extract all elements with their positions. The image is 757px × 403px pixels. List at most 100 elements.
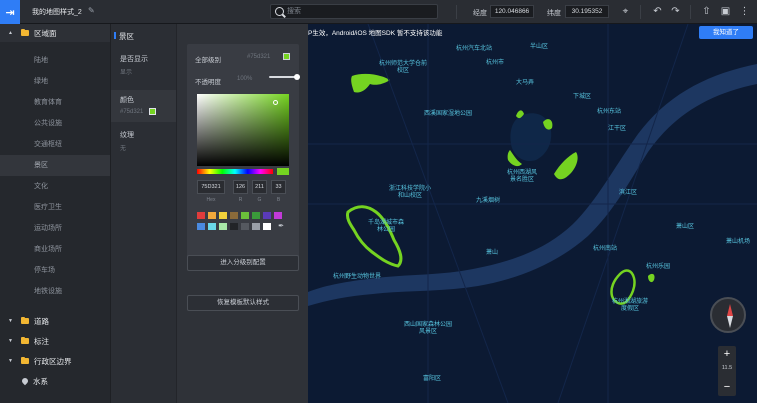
sub-item-scenic-area[interactable]: 景区 [0, 155, 110, 176]
color-swatch[interactable] [252, 212, 260, 219]
logo-icon[interactable]: ⇥ [0, 0, 20, 24]
hue-slider[interactable] [197, 169, 273, 174]
color-chip [149, 108, 157, 115]
color-picker-handle[interactable] [273, 100, 278, 105]
color-swatch[interactable] [230, 223, 238, 230]
reset-style-button[interactable]: 恢复模板默认样式 [187, 295, 299, 311]
blue-input[interactable]: 33 [271, 180, 286, 194]
texture-property[interactable]: 纹理 无 [111, 130, 177, 158]
scenic-area-east [554, 152, 578, 180]
compass-control[interactable] [710, 297, 746, 333]
green-input[interactable]: 211 [252, 180, 267, 194]
properties-panel: 景区 是否显示 显示 颜色 #75d321 纹理 无 [110, 24, 177, 403]
red-input[interactable]: 126 [233, 180, 248, 194]
properties-title: 景区 [114, 32, 134, 41]
green-caption: G [257, 197, 262, 203]
dismiss-notice-button[interactable]: 我知道了 [699, 26, 753, 39]
color-swatch[interactable] [208, 212, 216, 219]
sub-item-public-facilities[interactable]: 公共设施 [0, 113, 110, 134]
color-swatch[interactable] [263, 212, 271, 219]
top-toolbar: ⇥ 我的地图样式_2 ✎ 经度 120.046866 纬度 30.195352 … [0, 0, 757, 24]
category-water[interactable]: 水系 [0, 372, 110, 390]
zoom-out-button[interactable]: − [718, 379, 736, 395]
latitude-field[interactable]: 30.195352 [565, 5, 609, 18]
sub-item-medical[interactable]: 医疗卫生 [0, 197, 110, 218]
sub-item-sports[interactable]: 运动场所 [0, 218, 110, 239]
map-label: 萧山 [486, 250, 499, 256]
opacity-slider-handle[interactable] [294, 73, 300, 80]
latitude-label: 纬度 [547, 10, 561, 17]
category-label: 水系 [33, 376, 48, 386]
more-icon[interactable]: ⋮ [738, 5, 751, 18]
sub-item-culture[interactable]: 文化 [0, 176, 110, 197]
expand-caret-icon: ▼ [8, 338, 13, 344]
color-swatch[interactable] [241, 212, 249, 219]
eyedropper-icon[interactable]: ✒ [277, 223, 285, 230]
map-label: 杭州汽车北站 [456, 46, 493, 52]
sub-item-greenland[interactable]: 绿地 [0, 71, 110, 92]
folder-icon [21, 356, 29, 364]
compass-north-icon [727, 304, 733, 316]
map-label: 杭州南站 [593, 246, 618, 252]
map-label: 下城区 [573, 94, 592, 100]
color-property[interactable]: 颜色 #75d321 [111, 90, 177, 122]
color-swatch[interactable] [252, 223, 260, 230]
hex-caption: Hex [206, 197, 216, 203]
longitude-field[interactable]: 120.046866 [490, 5, 534, 18]
category-labels[interactable]: ▼ 标注 [0, 332, 110, 350]
visibility-property[interactable]: 是否显示 显示 [111, 54, 177, 82]
longitude-label: 经度 [473, 10, 487, 17]
save-icon[interactable]: ▣ [719, 5, 732, 18]
category-label: 道路 [34, 316, 49, 326]
color-swatch[interactable] [197, 212, 205, 219]
level-config-button[interactable]: 进入分级别配置 [187, 255, 299, 271]
search-box[interactable] [270, 4, 438, 19]
map-label: 杭州西湖风景名胜区 [506, 170, 537, 183]
fill-color-chip[interactable] [283, 53, 290, 60]
category-admin-boundary[interactable]: ▼ 行政区边界 [0, 352, 110, 370]
map-label: 杭州师范大学仓前校区 [378, 61, 427, 74]
sub-item-parking[interactable]: 停车场 [0, 260, 110, 281]
color-swatch[interactable] [208, 223, 216, 230]
fill-level-label: 全部级别 [195, 57, 221, 64]
map-canvas[interactable]: P生效，Android/iOS 地图SDK 暂不支持该功能 我知道了 杭州汽车北… [308, 24, 757, 403]
map-label: 半山区 [530, 44, 549, 50]
map-label: 大马弄 [516, 80, 535, 86]
style-settings-panel: 全部级别 #75d321 不透明度 100% 75D321 126 211 33… [176, 24, 308, 403]
zoom-in-button[interactable]: + [718, 346, 736, 362]
color-swatch[interactable] [274, 212, 282, 219]
redo-icon[interactable]: ↷ [669, 5, 682, 18]
export-icon[interactable]: ⇧ [700, 5, 713, 18]
scenic-area-paradise [648, 273, 655, 283]
scenic-area-north [351, 73, 390, 93]
locate-icon[interactable]: ⌖ [619, 5, 632, 18]
color-swatch[interactable] [197, 223, 205, 230]
search-input[interactable] [287, 6, 432, 17]
sub-item-metro[interactable]: 地铁设施 [0, 281, 110, 302]
color-value: #75d321 [120, 108, 177, 115]
color-swatch[interactable] [263, 223, 271, 230]
folder-icon [21, 336, 29, 344]
color-swatch[interactable] [219, 212, 227, 219]
sub-item-transport-hub[interactable]: 交通枢纽 [0, 134, 110, 155]
zoom-control: + 11.5 − [718, 346, 736, 396]
texture-label: 纹理 [120, 132, 134, 139]
category-roads[interactable]: ▼ 道路 [0, 312, 110, 330]
undo-icon[interactable]: ↶ [651, 5, 664, 18]
category-area-features[interactable]: ▲ 区域面 [0, 24, 110, 42]
opacity-slider-track[interactable] [269, 76, 297, 78]
color-swatch[interactable] [219, 223, 227, 230]
sub-item-education[interactable]: 教育体育 [0, 92, 110, 113]
map-label: 杭州野生动物世界 [333, 274, 382, 280]
edit-title-icon[interactable]: ✎ [88, 6, 95, 15]
hex-input[interactable]: 75D321 [197, 180, 225, 194]
zoom-level-readout: 11.5 [721, 365, 733, 371]
sub-item-commercial[interactable]: 商业场所 [0, 239, 110, 260]
color-swatch[interactable] [230, 212, 238, 219]
document-title[interactable]: 我的地图样式_2 [32, 7, 82, 17]
category-label: 区域面 [34, 28, 57, 38]
texture-value: 无 [120, 146, 127, 152]
color-swatch[interactable] [241, 223, 249, 230]
map-label: 滨江区 [619, 190, 638, 196]
sub-item-land[interactable]: 陆地 [0, 50, 110, 71]
